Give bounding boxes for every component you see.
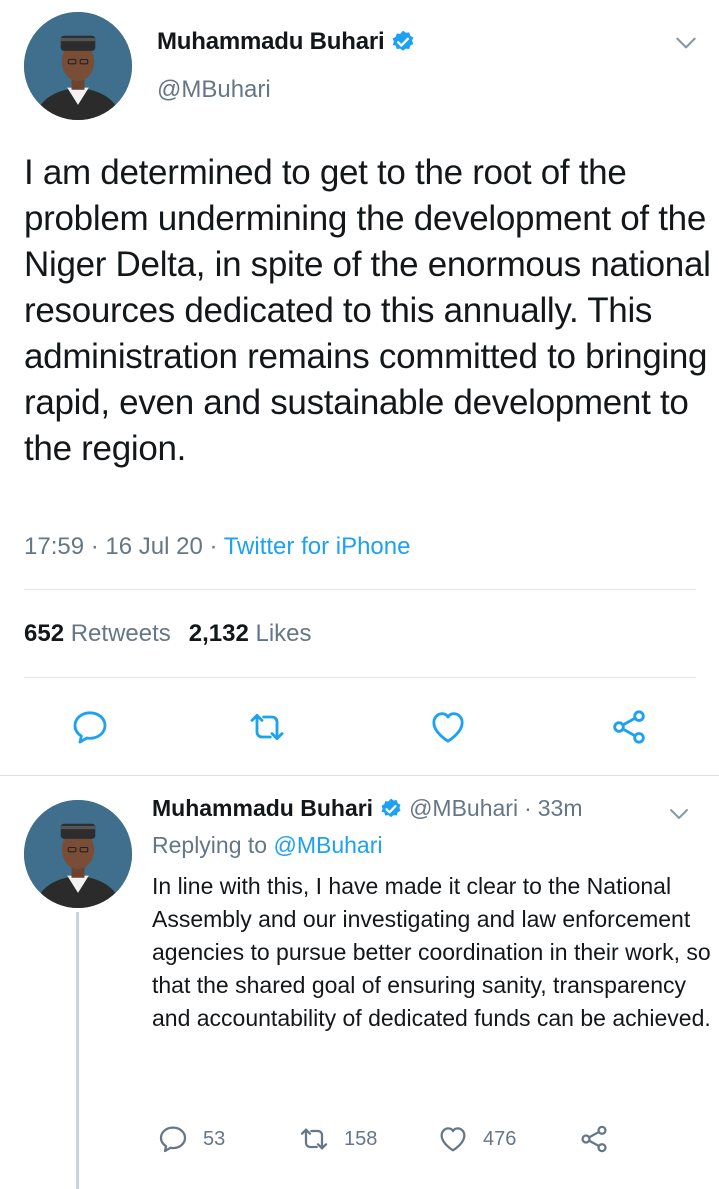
retweet-icon[interactable]: [247, 707, 287, 747]
meta-separator: ·: [209, 533, 218, 560]
tweet-time: 17:59: [24, 533, 85, 560]
replying-to: Replying to @MBuhari: [152, 832, 382, 859]
meta-separator: ·: [524, 795, 532, 821]
reply-tweet-text: In line with this, I have made it clear …: [152, 873, 711, 1031]
profile-photo: [24, 800, 132, 908]
tweet-meta: 17:59 · 16 Jul 20 · Twitter for iPhone: [24, 533, 410, 561]
tweet-source-link[interactable]: Twitter for iPhone: [224, 533, 411, 560]
verified-badge-icon: [379, 797, 403, 821]
meta-separator: ·: [90, 533, 99, 560]
reply-icon[interactable]: [70, 707, 110, 747]
divider: [24, 677, 696, 678]
reply-author-handle[interactable]: @MBuhari: [409, 795, 518, 822]
reply-count: 53: [203, 1127, 226, 1150]
avatar[interactable]: [24, 12, 132, 120]
verified-badge-icon: [390, 29, 416, 55]
reply-header: Muhammadu Buhari @MBuhari · 33m: [152, 795, 583, 822]
replying-to-mention[interactable]: @MBuhari: [273, 832, 382, 858]
reply-action[interactable]: 53: [157, 1123, 225, 1155]
tweet-date: 16 Jul 20: [105, 533, 203, 560]
like-icon[interactable]: [428, 707, 468, 747]
tweet-stats: 652 Retweets 2,132 Likes: [24, 620, 312, 648]
like-action[interactable]: 476: [437, 1123, 516, 1155]
likes-count: 2,132: [188, 620, 249, 647]
share-icon[interactable]: [609, 707, 649, 747]
author-name[interactable]: Muhammadu Buhari: [157, 28, 385, 56]
reply-author-name[interactable]: Muhammadu Buhari: [152, 795, 373, 822]
retweet-icon[interactable]: [298, 1123, 330, 1155]
retweet-count: 158: [344, 1127, 378, 1150]
author-row: Muhammadu Buhari: [157, 28, 416, 56]
reply-icon[interactable]: [157, 1123, 189, 1155]
section-divider: [0, 775, 719, 776]
chevron-down-icon[interactable]: [667, 802, 691, 826]
avatar[interactable]: [24, 800, 132, 908]
author-handle[interactable]: @MBuhari: [157, 76, 271, 104]
retweets-label: Retweets: [70, 620, 171, 647]
retweet-action[interactable]: 158: [298, 1123, 377, 1155]
like-count: 476: [483, 1127, 517, 1150]
chevron-down-icon[interactable]: [673, 30, 699, 56]
likes-stat[interactable]: 2,132 Likes: [189, 620, 312, 647]
reply-time: 33m: [537, 795, 583, 821]
main-tweet: Muhammadu Buhari @MBuhari I am determine…: [0, 0, 719, 776]
share-action[interactable]: [578, 1123, 610, 1155]
like-icon[interactable]: [437, 1123, 469, 1155]
divider: [24, 589, 696, 590]
likes-label: Likes: [255, 620, 312, 647]
retweets-stat[interactable]: 652 Retweets: [24, 620, 171, 647]
share-icon[interactable]: [578, 1123, 610, 1155]
retweets-count: 652: [24, 620, 65, 647]
tweet-text: I am determined to get to the root of th…: [24, 153, 711, 468]
profile-photo: [24, 12, 132, 120]
thread-line: [76, 912, 79, 1189]
replying-to-label: Replying to: [152, 832, 268, 858]
